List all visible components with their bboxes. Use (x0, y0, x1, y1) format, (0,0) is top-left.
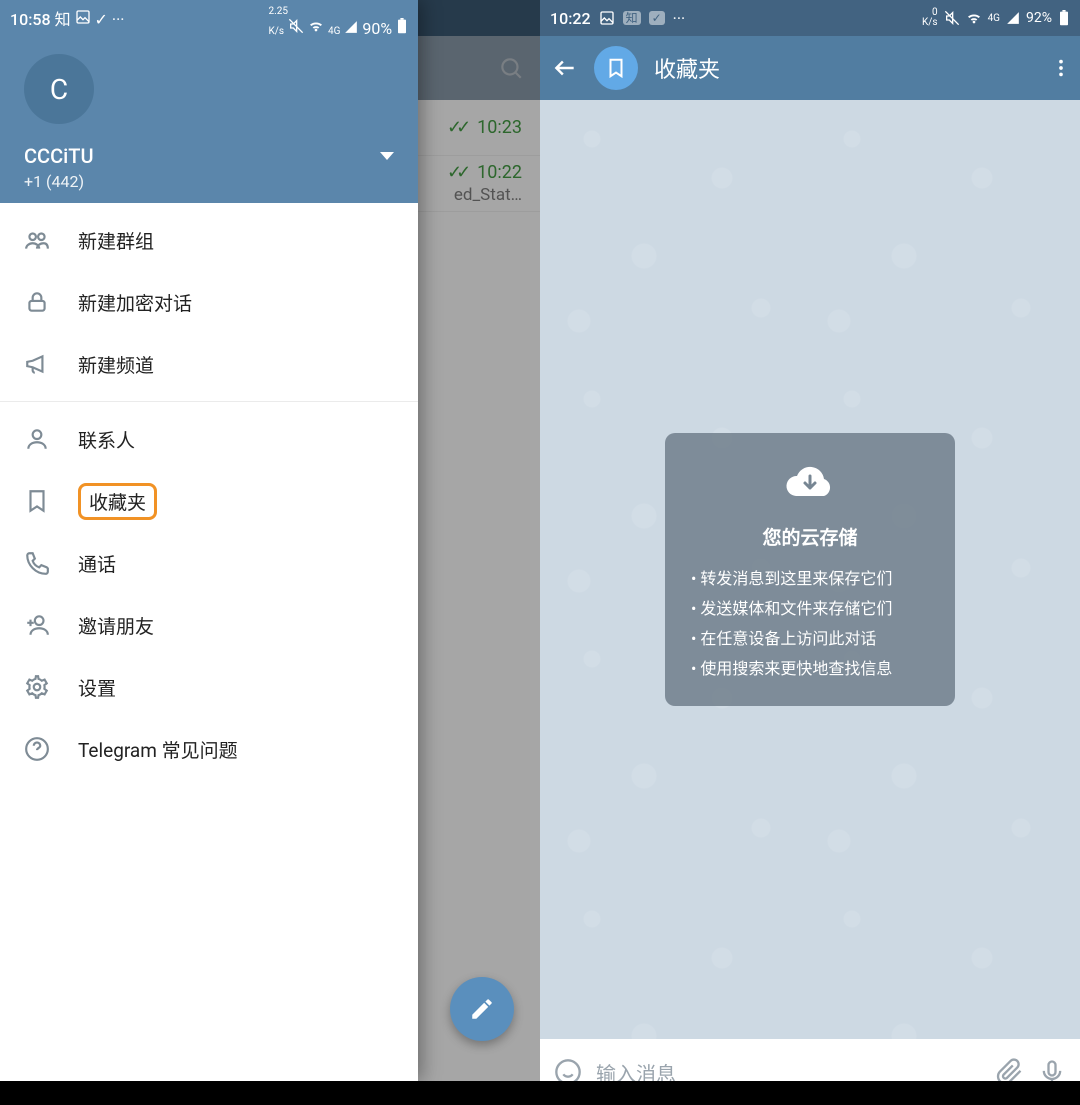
profile-name: CCCiTU (24, 144, 94, 168)
signal-icon (344, 20, 358, 34)
profile-phone: +1 (442) (0, 168, 418, 191)
cloud-storage-info-card: 您的云存储 转发消息到这里来保存它们 发送媒体和文件来存储它们 在任意设备上访问… (665, 433, 955, 706)
status-battery: 90% (362, 19, 392, 38)
menu-calls[interactable]: 通话 (0, 532, 418, 594)
image-icon (75, 9, 91, 25)
battery-icon (396, 18, 408, 34)
drawer-header: 10:58 知 ✓ ··· 2.25 K/s 4G 90% (0, 0, 418, 203)
avatar-initial: C (50, 73, 68, 106)
bookmark-icon (24, 488, 50, 514)
appbar: 收藏夹 (540, 36, 1080, 100)
menu-new-group[interactable]: 新建群组 (0, 209, 418, 271)
menu-label: Telegram 常见问题 (78, 736, 238, 763)
menu-label: 通话 (78, 550, 116, 577)
android-navbar (540, 1081, 1080, 1105)
menu-label: 新建频道 (78, 351, 154, 378)
status-net: 0 K/s (922, 8, 938, 28)
more-vert-icon[interactable] (1050, 57, 1072, 79)
menu-label: 收藏夹 (89, 491, 146, 514)
menu-settings[interactable]: 设置 (0, 656, 418, 718)
phone-icon (24, 550, 50, 576)
card-bullet: 使用搜索来更快地查找信息 (691, 654, 929, 684)
person-icon (24, 426, 50, 452)
gear-icon (24, 674, 50, 700)
menu-label: 邀请朋友 (78, 612, 154, 639)
mute-icon (288, 18, 304, 34)
image-icon (599, 10, 615, 26)
left-screenshot: ✓✓ 10:23 ✓✓ 10:22 ed_Stat… 10:58 (0, 0, 540, 1105)
status-net: 2.25 K/s (268, 6, 288, 37)
status-more-icon: ··· (112, 10, 125, 29)
navigation-drawer: 10:58 知 ✓ ··· 2.25 K/s 4G 90% (0, 0, 418, 1081)
menu-label: 新建群组 (78, 227, 154, 254)
battery-icon (1058, 10, 1070, 26)
lock-icon (24, 289, 50, 315)
status-more-icon: ··· (673, 9, 686, 28)
card-bullet: 在任意设备上访问此对话 (691, 624, 929, 654)
appbar-title: 收藏夹 (654, 52, 1034, 84)
status-time: 10:22 (550, 9, 591, 28)
status-battery: 92% (1026, 10, 1052, 26)
right-screenshot: 10:22 知 ✓ ··· 0 K/s 4G 92% 收藏夹 (540, 0, 1080, 1105)
signal-icon (1006, 11, 1020, 25)
menu-label: 设置 (78, 674, 116, 701)
card-bullet-list: 转发消息到这里来保存它们 发送媒体和文件来存储它们 在任意设备上访问此对话 使用… (691, 564, 929, 684)
menu-invite-friends[interactable]: 邀请朋友 (0, 594, 418, 656)
drawer-menu: 新建群组 新建加密对话 新建频道 联系人 收藏夹 (0, 203, 418, 1081)
menu-label: 新建加密对话 (78, 289, 192, 316)
bookmark-icon (605, 57, 627, 79)
menu-saved-messages[interactable]: 收藏夹 (0, 470, 418, 532)
menu-new-channel[interactable]: 新建频道 (0, 333, 418, 395)
status-4g: 4G (988, 13, 1000, 24)
statusbar-right: 10:22 知 ✓ ··· 0 K/s 4G 92% (540, 0, 1080, 36)
card-title: 您的云存储 (691, 523, 929, 550)
status-time: 10:58 (10, 10, 51, 29)
wifi-icon (966, 10, 982, 26)
card-bullet: 发送媒体和文件来存储它们 (691, 594, 929, 624)
status-pill-icon: 知 (623, 11, 641, 25)
chat-body: 您的云存储 转发消息到这里来保存它们 发送媒体和文件来存储它们 在任意设备上访问… (540, 100, 1080, 1039)
mute-icon (944, 10, 960, 26)
menu-label: 联系人 (78, 426, 135, 453)
statusbar-left: 10:58 知 ✓ ··· 2.25 K/s 4G 90% (0, 0, 418, 36)
megaphone-icon (24, 351, 50, 377)
menu-new-secret-chat[interactable]: 新建加密对话 (0, 271, 418, 333)
menu-faq[interactable]: Telegram 常见问题 (0, 718, 418, 780)
cloud-download-icon (782, 455, 838, 511)
back-icon[interactable] (552, 55, 578, 81)
menu-contacts[interactable]: 联系人 (0, 408, 418, 470)
status-pill-icon: ✓ (95, 10, 108, 29)
status-4g: 4G (328, 26, 340, 37)
status-pill-icon: 知 (55, 10, 71, 29)
card-bullet: 转发消息到这里来保存它们 (691, 564, 929, 594)
pencil-icon (469, 996, 495, 1022)
menu-separator (0, 401, 418, 402)
status-pill-icon: ✓ (649, 11, 665, 25)
wifi-icon (308, 18, 324, 34)
help-icon (24, 736, 50, 762)
group-icon (24, 227, 50, 253)
account-dropdown-icon[interactable] (380, 152, 394, 160)
android-navbar (0, 1081, 540, 1105)
avatar[interactable]: C (24, 54, 94, 124)
compose-fab[interactable] (450, 977, 514, 1041)
person-add-icon (24, 612, 50, 638)
saved-messages-avatar[interactable] (594, 46, 638, 90)
